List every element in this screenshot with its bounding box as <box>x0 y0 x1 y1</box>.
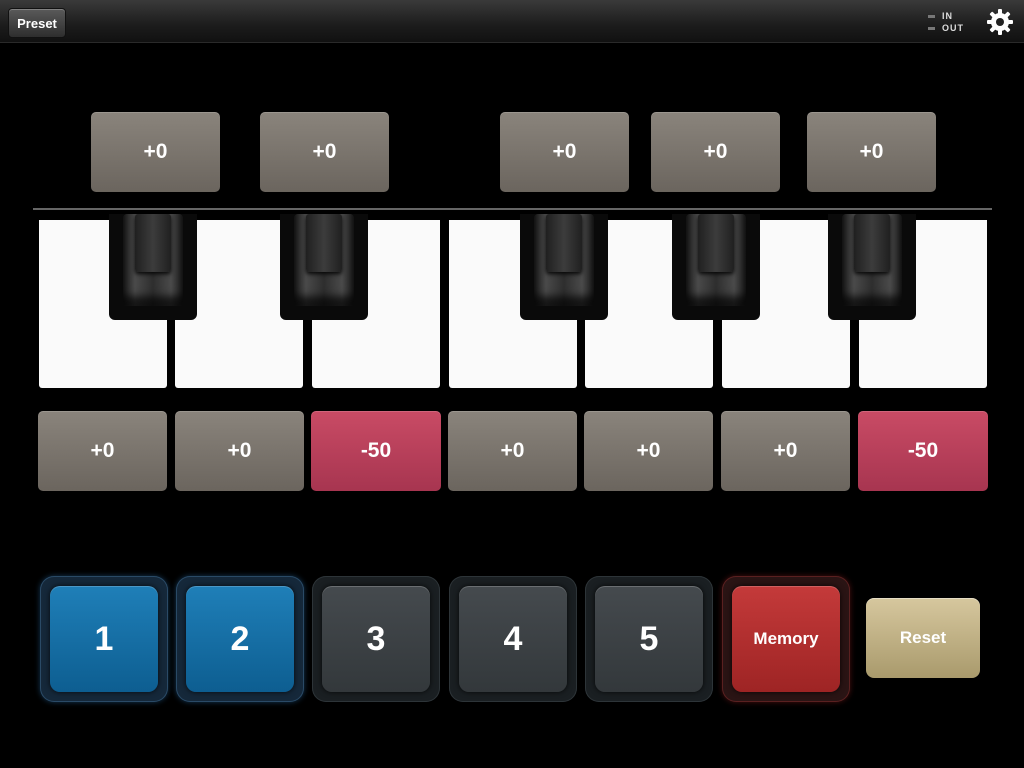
out-label: OUT <box>942 23 964 33</box>
black-key-body <box>123 214 183 306</box>
top-bar: Preset IN OUT <box>0 0 1024 43</box>
in-led <box>928 14 935 18</box>
black-key-offset-5[interactable]: +0 <box>807 112 936 192</box>
white-key-offset-4[interactable]: +0 <box>448 411 577 491</box>
reset-button[interactable]: Reset <box>866 598 980 678</box>
black-key-3[interactable] <box>520 214 608 320</box>
white-key-offset-6[interactable]: +0 <box>721 411 850 491</box>
black-key-cap <box>135 214 171 272</box>
preset-button[interactable]: Preset <box>8 8 66 38</box>
white-key-offset-3[interactable]: -50 <box>311 411 441 491</box>
black-key-body <box>534 214 594 306</box>
memory-slot-label: 4 <box>459 586 567 692</box>
in-label: IN <box>942 11 953 21</box>
black-key-offset-2[interactable]: +0 <box>260 112 389 192</box>
memory-slot-label: 2 <box>186 586 294 692</box>
black-key-cap <box>698 214 734 272</box>
out-led <box>928 26 935 30</box>
gear-icon[interactable] <box>986 8 1014 36</box>
memory-slot-5[interactable]: 5 <box>585 576 713 702</box>
black-key-5[interactable] <box>828 214 916 320</box>
white-key-offset-7[interactable]: -50 <box>858 411 988 491</box>
divider <box>33 208 992 210</box>
memory-slot-1[interactable]: 1 <box>40 576 168 702</box>
black-key-body <box>842 214 902 306</box>
memory-slot-3[interactable]: 3 <box>312 576 440 702</box>
black-key-1[interactable] <box>109 214 197 320</box>
memory-slot-label: 1 <box>50 586 158 692</box>
white-key-offset-2[interactable]: +0 <box>175 411 304 491</box>
black-key-2[interactable] <box>280 214 368 320</box>
memory-slot-4[interactable]: 4 <box>449 576 577 702</box>
black-key-offset-4[interactable]: +0 <box>651 112 780 192</box>
black-key-offset-1[interactable]: +0 <box>91 112 220 192</box>
memory-slot-label: 3 <box>322 586 430 692</box>
memory-slot-label: 5 <box>595 586 703 692</box>
black-key-cap <box>854 214 890 272</box>
black-key-offset-3[interactable]: +0 <box>500 112 629 192</box>
black-key-body <box>686 214 746 306</box>
memory-slot-2[interactable]: 2 <box>176 576 304 702</box>
memory-button-label: Memory <box>732 586 840 692</box>
midi-io-indicator: IN OUT <box>928 10 976 34</box>
black-key-cap <box>546 214 582 272</box>
black-key-4[interactable] <box>672 214 760 320</box>
black-key-body <box>294 214 354 306</box>
black-key-cap <box>306 214 342 272</box>
memory-button[interactable]: Memory <box>722 576 850 702</box>
white-key-offset-1[interactable]: +0 <box>38 411 167 491</box>
white-key-offset-5[interactable]: +0 <box>584 411 713 491</box>
